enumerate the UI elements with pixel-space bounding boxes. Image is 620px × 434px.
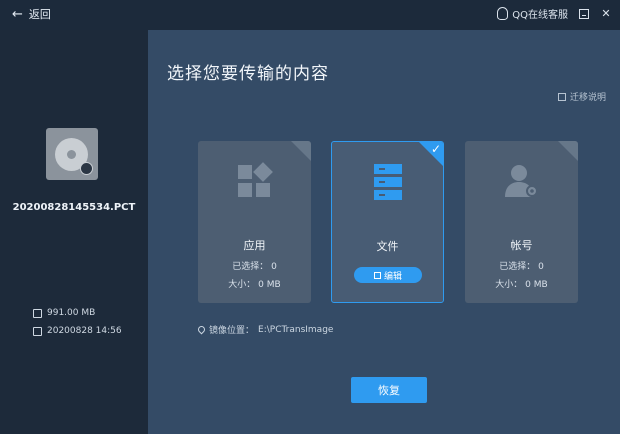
help-doc-icon	[557, 92, 566, 101]
disk-image-icon	[46, 128, 98, 180]
size-value: 0 MB	[525, 280, 548, 290]
back-button[interactable]: ← 返回	[12, 6, 51, 22]
main-panel: 选择您要传输的内容 迁移说明 应用 已选择： 0 大小： 0 MB ✓ 文件 编…	[148, 30, 620, 434]
mirror-path: E:\PCTransImage	[258, 324, 334, 335]
unchecked-corner-icon	[558, 141, 578, 161]
card-apps-size: 大小： 0 MB	[198, 277, 311, 290]
minimize-button[interactable]	[578, 8, 590, 20]
card-apps-title: 应用	[243, 239, 266, 252]
selected-value: 0	[271, 262, 277, 272]
card-files-title: 文件	[376, 240, 399, 253]
edit-label: 编辑	[383, 271, 402, 282]
image-date: 20200828 14:56	[47, 326, 122, 336]
qq-icon	[497, 7, 509, 20]
card-accounts[interactable]: 帐号 已选择： 0 大小： 0 MB	[465, 141, 578, 303]
title-bar: ← 返回 QQ在线客服 ✕	[0, 0, 620, 30]
card-accounts-size: 大小： 0 MB	[465, 277, 578, 290]
image-date-row: 20200828 14:56	[33, 326, 122, 336]
mirror-location: 镜像位置： E:\PCTransImage	[196, 323, 334, 336]
back-label: 返回	[28, 8, 51, 21]
image-file-name: 20200828145534.PCT	[12, 202, 136, 213]
size-value: 0 MB	[258, 280, 281, 290]
selected-value: 0	[538, 262, 544, 272]
migration-help-link[interactable]: 迁移说明	[557, 90, 606, 103]
mirror-label: 镜像位置：	[209, 326, 255, 336]
unchecked-corner-icon	[291, 141, 311, 161]
card-apps-selected: 已选择： 0	[198, 259, 311, 272]
selected-label: 已选择：	[232, 262, 269, 272]
qq-support-link[interactable]: QQ在线客服	[497, 6, 568, 21]
close-icon: ✕	[601, 7, 611, 20]
edit-icon	[373, 271, 381, 279]
apps-icon	[238, 162, 273, 197]
qq-support-label: QQ在线客服	[512, 10, 568, 21]
selected-label: 已选择：	[499, 262, 536, 272]
card-accounts-selected: 已选择： 0	[465, 259, 578, 272]
help-label: 迁移说明	[569, 93, 606, 103]
close-button[interactable]: ✕	[600, 7, 612, 20]
card-apps[interactable]: 应用 已选择： 0 大小： 0 MB	[198, 141, 311, 303]
image-size-row: 991.00 MB	[33, 308, 95, 318]
account-settings-icon	[505, 165, 538, 197]
sidebar: 20200828145534.PCT 991.00 MB 20200828 14…	[0, 30, 148, 434]
disk-hole	[67, 150, 76, 159]
size-label: 大小：	[228, 280, 256, 290]
calendar-icon	[33, 326, 42, 336]
card-files[interactable]: ✓ 文件 编辑	[331, 141, 444, 303]
size-label: 大小：	[495, 280, 523, 290]
restore-button[interactable]: 恢复	[351, 377, 427, 403]
location-pin-icon	[196, 324, 207, 335]
image-size: 991.00 MB	[47, 308, 96, 318]
card-accounts-title: 帐号	[510, 239, 533, 252]
restore-badge-icon	[80, 162, 93, 175]
files-icon	[374, 164, 402, 200]
title-bar-controls: QQ在线客服 ✕	[497, 6, 612, 21]
page-title: 选择您要传输的内容	[167, 64, 329, 84]
back-arrow-icon: ←	[12, 6, 23, 22]
edit-button[interactable]: 编辑	[354, 267, 422, 283]
minimize-icon	[579, 8, 589, 19]
check-icon: ✓	[430, 142, 441, 156]
drive-icon	[33, 308, 42, 318]
